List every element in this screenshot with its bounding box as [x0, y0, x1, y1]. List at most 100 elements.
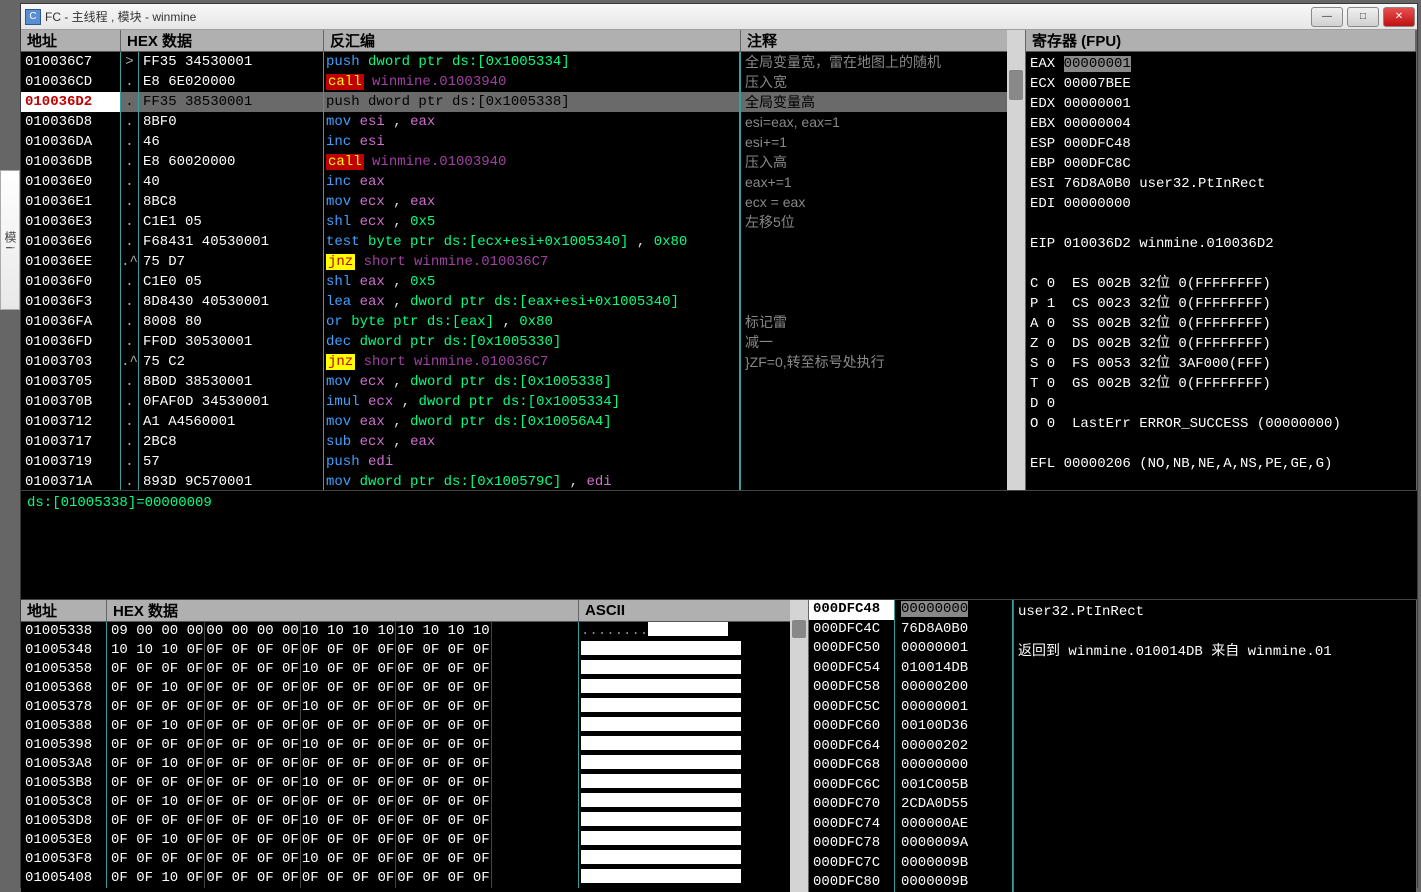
dump-row[interactable]: 010053E80F 0F 10 0F0F 0F 0F 0F0F 0F 0F 0… [21, 831, 808, 850]
register-line[interactable]: S 0 FS 0053 32位 3AF000(FFF) [1030, 354, 1412, 374]
stack-comment-pane[interactable]: user32.PtInRect 返回到 winmine.010014DB 来自 … [1014, 600, 1417, 892]
minimize-button[interactable]: — [1311, 7, 1343, 27]
stack-row[interactable]: 000DFC54010014DB [809, 659, 1013, 679]
stack-row[interactable]: 000DFC4C76D8A0B0 [809, 620, 1013, 640]
stack-row[interactable]: 000DFC702CDA0D55 [809, 795, 1013, 815]
register-line[interactable]: P 1 CS 0023 32位 0(FFFFFFFF) [1030, 294, 1412, 314]
stack-row[interactable]: 000DFC4800000000 [809, 600, 1013, 620]
disasm-marker: . [121, 152, 139, 172]
stack-row[interactable]: 000DFC6000100D36 [809, 717, 1013, 737]
disasm-row[interactable]: 010036E0.40inc eaxeax+=1 [21, 172, 1025, 192]
register-line[interactable] [1030, 474, 1412, 490]
dump-ascii [579, 755, 808, 774]
disasm-scrollbar[interactable] [1007, 30, 1025, 490]
stack-row[interactable]: 000DFC5C00000001 [809, 698, 1013, 718]
register-line[interactable]: EFL 00000206 (NO,NB,NE,A,NS,PE,GE,G) [1030, 454, 1412, 474]
disasm-row[interactable]: 010036FA.8008 80or byte ptr ds:[eax] , 0… [21, 312, 1025, 332]
disasm-row[interactable]: 010036DA.46inc esiesi+=1 [21, 132, 1025, 152]
dump-row[interactable]: 010053D80F 0F 0F 0F0F 0F 0F 0F10 0F 0F 0… [21, 812, 808, 831]
register-line[interactable]: ESI 76D8A0B0 user32.PtInRect [1030, 174, 1412, 194]
dump-pane[interactable]: 地址 HEX 数据 ASCII 0100533809 00 00 0000 00… [21, 600, 809, 892]
disasm-row[interactable]: 0100370B.0FAF0D 34530001imul ecx , dword… [21, 392, 1025, 412]
disasm-row[interactable]: 010036EE.^75 D7jnz short winmine.010036C… [21, 252, 1025, 272]
disasm-row[interactable]: 010036FD.FF0D 30530001dec dword ptr ds:[… [21, 332, 1025, 352]
stack-row[interactable]: 000DFC5000000001 [809, 639, 1013, 659]
dump-ascii [579, 869, 808, 888]
register-line[interactable]: O 0 LastErr ERROR_SUCCESS (00000000) [1030, 414, 1412, 434]
dump-row[interactable]: 010053980F 0F 0F 0F0F 0F 0F 0F10 0F 0F 0… [21, 736, 808, 755]
disasm-row[interactable]: 01003712.A1 A4560001mov eax , dword ptr … [21, 412, 1025, 432]
disasm-row[interactable]: 01003719.57push edi [21, 452, 1025, 472]
dump-row[interactable]: 010053880F 0F 10 0F0F 0F 0F 0F0F 0F 0F 0… [21, 717, 808, 736]
stack-row[interactable]: 000DFC6400000202 [809, 737, 1013, 757]
dump-row[interactable]: 010053680F 0F 10 0F0F 0F 0F 0F0F 0F 0F 0… [21, 679, 808, 698]
register-line[interactable] [1030, 214, 1412, 234]
disasm-row[interactable]: 010036D2.FF35 38530001push dword ptr ds:… [21, 92, 1025, 112]
dump-col-hex[interactable]: HEX 数据 [107, 600, 579, 621]
stack-row[interactable]: 000DFC74000000AE [809, 815, 1013, 835]
dump-row[interactable]: 0100533809 00 00 0000 00 00 0010 10 10 1… [21, 622, 808, 641]
dump-row[interactable]: 0100534810 10 10 0F0F 0F 0F 0F0F 0F 0F 0… [21, 641, 808, 660]
disasm-marker: . [121, 112, 139, 132]
register-line[interactable]: D 0 [1030, 394, 1412, 414]
registers-pane[interactable]: 寄存器 (FPU) EAX 00000001ECX 00007BEEEDX 00… [1026, 30, 1417, 490]
disasm-row[interactable]: 010036E3.C1E1 05shl ecx , 0x5左移5位 [21, 212, 1025, 232]
disasm-hex: 2BC8 [139, 432, 324, 452]
register-line[interactable]: EBX 00000004 [1030, 114, 1412, 134]
disasm-row[interactable]: 010036C7>FF35 34530001push dword ptr ds:… [21, 52, 1025, 72]
col-hex[interactable]: HEX 数据 [121, 30, 324, 51]
dump-col-ascii[interactable]: ASCII [579, 600, 808, 621]
dump-col-addr[interactable]: 地址 [21, 600, 107, 621]
dump-row[interactable]: 010053580F 0F 0F 0F0F 0F 0F 0F10 0F 0F 0… [21, 660, 808, 679]
register-line[interactable]: C 0 ES 002B 32位 0(FFFFFFFF) [1030, 274, 1412, 294]
register-line[interactable]: A 0 SS 002B 32位 0(FFFFFFFF) [1030, 314, 1412, 334]
disasm-row[interactable]: 010036E1.8BC8mov ecx , eaxecx = eax [21, 192, 1025, 212]
col-address[interactable]: 地址 [21, 30, 121, 51]
stack-pane[interactable]: 000DFC4800000000000DFC4C76D8A0B0000DFC50… [809, 600, 1014, 892]
dump-row[interactable]: 010053B80F 0F 0F 0F0F 0F 0F 0F10 0F 0F 0… [21, 774, 808, 793]
dump-row[interactable]: 010053F80F 0F 0F 0F0F 0F 0F 0F10 0F 0F 0… [21, 850, 808, 869]
stack-row[interactable]: 000DFC800000009B [809, 873, 1013, 892]
close-button[interactable]: ✕ [1383, 7, 1415, 27]
dump-ascii [579, 717, 808, 736]
register-line[interactable] [1030, 254, 1412, 274]
stack-row[interactable]: 000DFC6C001C005B [809, 776, 1013, 796]
col-disasm[interactable]: 反汇编 [324, 30, 741, 51]
register-line[interactable]: EIP 010036D2 winmine.010036D2 [1030, 234, 1412, 254]
col-comment[interactable]: 注释 [741, 30, 1025, 51]
dump-row[interactable]: 010054080F 0F 10 0F0F 0F 0F 0F0F 0F 0F 0… [21, 869, 808, 888]
stack-addr: 000DFC48 [809, 600, 895, 620]
disasm-row[interactable]: 0100371A.893D 9C570001mov dword ptr ds:[… [21, 472, 1025, 490]
dump-scrollbar[interactable] [790, 600, 808, 892]
stack-row[interactable]: 000DFC7C0000009B [809, 854, 1013, 874]
maximize-button[interactable]: □ [1347, 7, 1379, 27]
stack-row[interactable]: 000DFC6800000000 [809, 756, 1013, 776]
disasm-row[interactable]: 01003703.^75 C2jnz short winmine.010036C… [21, 352, 1025, 372]
disassembly-pane[interactable]: 地址 HEX 数据 反汇编 注释 010036C7>FF35 34530001p… [21, 30, 1026, 490]
register-line[interactable]: T 0 GS 002B 32位 0(FFFFFFFF) [1030, 374, 1412, 394]
stack-row[interactable]: 000DFC5800000200 [809, 678, 1013, 698]
window-titlebar[interactable]: C FC - 主线程 , 模块 - winmine — □ ✕ [21, 4, 1417, 30]
dump-row[interactable]: 010053780F 0F 0F 0F0F 0F 0F 0F10 0F 0F 0… [21, 698, 808, 717]
dump-row[interactable]: 010053C80F 0F 10 0F0F 0F 0F 0F0F 0F 0F 0… [21, 793, 808, 812]
disasm-row[interactable]: 010036D8.8BF0mov esi , eaxesi=eax, eax=1 [21, 112, 1025, 132]
register-line[interactable]: EDI 00000000 [1030, 194, 1412, 214]
register-line[interactable]: ESP 000DFC48 [1030, 134, 1412, 154]
register-line[interactable]: EDX 00000001 [1030, 94, 1412, 114]
disasm-comment [741, 272, 1025, 292]
register-line[interactable]: ECX 00007BEE [1030, 74, 1412, 94]
disasm-row[interactable]: 010036E6.F68431 40530001test byte ptr ds… [21, 232, 1025, 252]
disasm-row[interactable]: 010036F3.8D8430 40530001lea eax , dword … [21, 292, 1025, 312]
dump-row[interactable]: 010053A80F 0F 10 0F0F 0F 0F 0F0F 0F 0F 0… [21, 755, 808, 774]
disasm-addr: 010036FD [21, 332, 121, 352]
disasm-row[interactable]: 010036CD.E8 6E020000call winmine.0100394… [21, 72, 1025, 92]
register-line[interactable]: Z 0 DS 002B 32位 0(FFFFFFFF) [1030, 334, 1412, 354]
register-line[interactable] [1030, 434, 1412, 454]
register-line[interactable]: EBP 000DFC8C [1030, 154, 1412, 174]
disasm-row[interactable]: 01003717.2BC8sub ecx , eax [21, 432, 1025, 452]
stack-row[interactable]: 000DFC780000009A [809, 834, 1013, 854]
disasm-row[interactable]: 010036F0.C1E0 05shl eax , 0x5 [21, 272, 1025, 292]
register-line[interactable]: EAX 00000001 [1030, 54, 1412, 74]
disasm-row[interactable]: 010036DB.E8 60020000call winmine.0100394… [21, 152, 1025, 172]
disasm-row[interactable]: 01003705.8B0D 38530001mov ecx , dword pt… [21, 372, 1025, 392]
